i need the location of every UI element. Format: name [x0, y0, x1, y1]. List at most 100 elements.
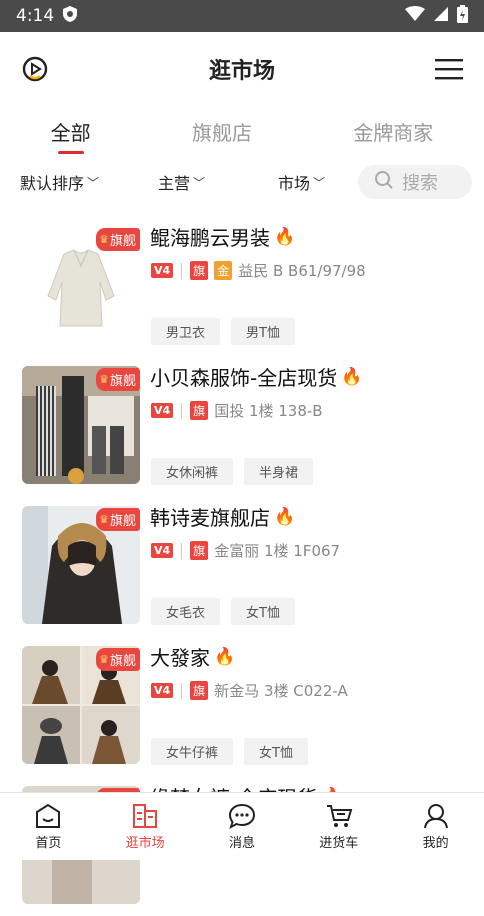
- tab-bar: 全部 旗舰店 金牌商家: [0, 106, 484, 156]
- shop-location: 益民 B B61/97/98: [238, 262, 366, 280]
- search-icon: [374, 170, 394, 195]
- battery-icon: [457, 4, 468, 28]
- shop-location: 新金马 3楼 C022-A: [214, 682, 348, 700]
- divider: [181, 542, 183, 559]
- shop-location: 国投 1楼 138-B: [214, 402, 323, 420]
- flagship-mark: 旗: [190, 541, 209, 560]
- flame-icon: 🔥: [341, 366, 363, 387]
- category-tags: 女毛衣 女T恤: [151, 598, 295, 625]
- search-input[interactable]: 搜索: [358, 165, 472, 199]
- divider: [181, 402, 183, 419]
- v4-level-badge: V4: [151, 543, 174, 558]
- nav-messages[interactable]: 消息: [207, 793, 277, 860]
- category-tag: 半身裙: [244, 458, 314, 485]
- category-tag: 女牛仔裤: [151, 738, 234, 765]
- wifi-icon: [405, 5, 425, 27]
- shop-card[interactable]: ♛ 旗舰 鲲海鹏云男装 🔥 V4 旗 金 益民 B B61/97/98 男卫衣 男T…: [0, 216, 484, 356]
- shop-name: 大發家 🔥: [150, 646, 236, 670]
- category-tag: 女T恤: [231, 598, 295, 625]
- shop-card[interactable]: ♛ 旗舰 小贝森服饰-全店现货 🔥 V4 旗 国投 1楼 138-B 女休闲裤 半身…: [0, 356, 484, 496]
- shop-card[interactable]: ♛ 旗舰 大發家 🔥 V4 旗 新金马 3楼 C022-A 女牛仔裤 女T恤: [0, 636, 484, 776]
- divider: [181, 262, 183, 279]
- shop-meta: V4 旗 金富丽 1楼 1F067: [151, 540, 340, 561]
- shop-meta: V4 旗 国投 1楼 138-B: [151, 400, 323, 421]
- category-tag: 女T恤: [244, 738, 308, 765]
- shop-name: 小贝森服饰-全店现货 🔥: [150, 366, 363, 390]
- shop-name: 鲲海鹏云男装 🔥: [150, 226, 296, 250]
- shop-meta: V4 旗 新金马 3楼 C022-A: [151, 680, 348, 701]
- flagship-badge: ♛旗舰: [96, 368, 140, 391]
- video-play-icon[interactable]: [20, 54, 50, 84]
- shop-location: 金富丽 1楼 1F067: [214, 542, 341, 560]
- shop-thumbnail: ♛旗舰: [22, 226, 140, 344]
- flagship-mark: 旗: [190, 261, 209, 280]
- flagship-mark: 旗: [190, 681, 209, 700]
- divider: [181, 682, 183, 699]
- flagship-badge: ♛旗舰: [96, 648, 140, 671]
- chevron-down-icon: ﹀: [193, 175, 206, 190]
- nav-label: 逛市场: [125, 835, 165, 851]
- tab-gold-merchant[interactable]: 金牌商家: [347, 113, 439, 150]
- notification-shield-icon: [62, 5, 78, 28]
- tab-flagship[interactable]: 旗舰店: [186, 113, 258, 150]
- flagship-badge: ♛旗舰: [96, 508, 140, 531]
- nav-label: 我的: [422, 835, 449, 851]
- nav-label: 消息: [228, 835, 255, 851]
- shop-name: 韩诗麦旗舰店 🔥: [150, 506, 296, 530]
- category-tag: 女休闲裤: [151, 458, 234, 485]
- chevron-down-icon: ﹀: [313, 175, 326, 190]
- filter-bar: 默认排序 ﹀ 主营 ﹀ 市场 ﹀ 搜索: [0, 158, 484, 206]
- message-icon: [228, 803, 255, 829]
- shop-card[interactable]: ♛ 旗舰 韩诗麦旗舰店 🔥 V4 旗 金富丽 1楼 1F067 女毛衣 女T恤: [0, 496, 484, 636]
- signal-icon: [433, 6, 449, 27]
- v4-level-badge: V4: [151, 683, 174, 698]
- v4-level-badge: V4: [151, 263, 174, 278]
- nav-market[interactable]: 逛市场: [110, 793, 180, 860]
- flame-icon: 🔥: [274, 506, 296, 527]
- main-category-dropdown[interactable]: 主营 ﹀: [158, 170, 205, 194]
- flagship-mark: 旗: [190, 401, 209, 420]
- status-time: 4:14: [16, 6, 55, 26]
- shop-meta: V4 旗 金 益民 B B61/97/98: [151, 260, 366, 281]
- search-placeholder: 搜索: [402, 173, 438, 194]
- crown-icon: ♛: [99, 373, 109, 386]
- sort-dropdown[interactable]: 默认排序 ﹀: [20, 170, 99, 194]
- sort-label: 默认排序: [20, 174, 85, 193]
- market-dropdown[interactable]: 市场 ﹀: [278, 170, 325, 194]
- crown-icon: ♛: [99, 233, 109, 246]
- market-icon: [133, 803, 158, 828]
- nav-profile[interactable]: 我的: [401, 793, 471, 860]
- chevron-down-icon: ﹀: [87, 175, 100, 190]
- nav-home[interactable]: 首页: [13, 793, 83, 860]
- crown-icon: ♛: [99, 653, 109, 666]
- home-icon: [36, 803, 61, 828]
- v4-level-badge: V4: [151, 403, 174, 418]
- category-tag: 女毛衣: [151, 598, 221, 625]
- menu-icon[interactable]: [434, 54, 464, 84]
- market-label: 市场: [278, 174, 311, 193]
- category-tags: 女休闲裤 半身裙: [151, 458, 314, 485]
- main-category-label: 主营: [158, 174, 191, 193]
- nav-label: 进货车: [319, 835, 359, 851]
- shop-thumbnail: ♛旗舰: [22, 506, 140, 624]
- app-header: 逛市场: [0, 32, 484, 106]
- category-tags: 女牛仔裤 女T恤: [151, 738, 308, 765]
- category-tag: 男T恤: [231, 318, 295, 345]
- nav-label: 首页: [35, 835, 62, 851]
- gold-mark: 金: [214, 261, 233, 280]
- flagship-badge: ♛旗舰: [96, 228, 140, 251]
- page-title: 逛市场: [208, 59, 275, 84]
- crown-icon: ♛: [99, 513, 109, 526]
- flame-icon: 🔥: [214, 646, 236, 667]
- flame-icon: 🔥: [274, 226, 296, 247]
- status-bar: 4:14: [0, 0, 484, 32]
- cart-icon: [326, 804, 353, 827]
- profile-icon: [423, 803, 448, 828]
- shop-thumbnail: ♛旗舰: [22, 646, 140, 764]
- tab-all[interactable]: 全部: [45, 113, 97, 150]
- bottom-nav: 首页 逛市场 消息 进货车 我的: [0, 792, 484, 860]
- category-tag: 男卫衣: [151, 318, 221, 345]
- nav-cart[interactable]: 进货车: [304, 793, 374, 860]
- category-tags: 男卫衣 男T恤: [151, 318, 295, 345]
- shop-thumbnail: ♛旗舰: [22, 366, 140, 484]
